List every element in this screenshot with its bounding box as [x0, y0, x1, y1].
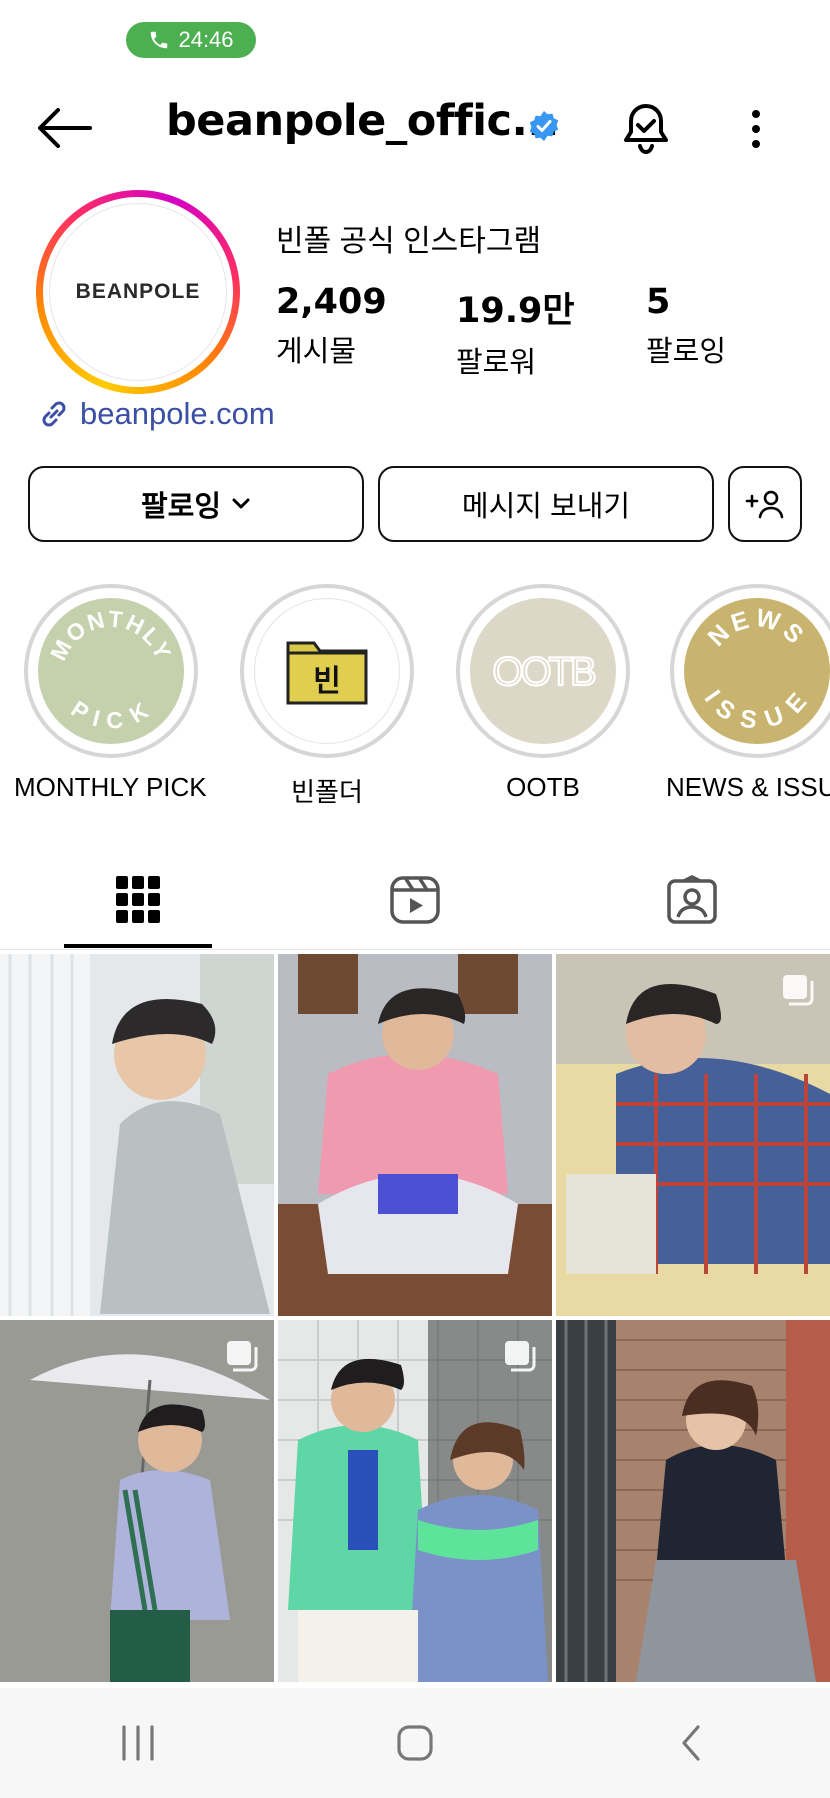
folder-icon: 빈 — [286, 641, 368, 705]
post-1[interactable] — [0, 954, 274, 1316]
followers-count: 19.9만 — [456, 291, 575, 331]
highlight-label: MONTHLY PICK — [14, 772, 207, 802]
active-tab-indicator — [64, 944, 212, 948]
verified-badge-icon — [529, 111, 559, 141]
monthly-pick-cover-art: MONTHLY PICK — [45, 606, 177, 734]
more-options-icon[interactable] — [736, 106, 776, 152]
post-image — [556, 1320, 830, 1682]
highlight-cover: NEWS ISSUE — [684, 598, 830, 744]
ootb-cover-text: OOTB — [492, 650, 595, 694]
add-person-icon — [745, 490, 784, 519]
chevron-down-icon — [232, 498, 250, 509]
phone-icon — [151, 31, 168, 49]
followers-label: 팔로워 — [456, 347, 537, 379]
profile-content-tabs — [0, 850, 830, 950]
highlight-ring: 빈 — [240, 584, 414, 758]
post-5[interactable] — [278, 1320, 552, 1682]
stat-posts[interactable]: 2,409 게시물 — [276, 282, 456, 381]
call-time: 24:46 — [178, 27, 234, 52]
following-button-label: 팔로잉 — [140, 491, 222, 523]
highlight-ring: OOTB — [456, 584, 630, 758]
folder-text: 빈 — [313, 664, 341, 699]
following-count: 5 — [646, 282, 671, 322]
highlight-cover-top-text: MONTHLY — [45, 606, 175, 665]
stat-following[interactable]: 5 팔로잉 — [646, 282, 726, 381]
highlight-label: NEWS & ISSU — [666, 772, 830, 802]
highlight-ootb[interactable]: OOTB OOTB — [456, 584, 630, 803]
chevron-left-icon — [682, 1725, 700, 1761]
post-image — [278, 954, 552, 1316]
recent-apps-button[interactable] — [78, 1708, 198, 1778]
post-6[interactable] — [556, 1320, 830, 1682]
profile-website-link[interactable]: beanpole.com — [36, 396, 275, 432]
highlight-cover: OOTB — [470, 598, 616, 744]
post-3[interactable] — [556, 954, 830, 1316]
profile-full-name: 빈폴 공식 인스타그램 — [276, 225, 542, 258]
suggested-people-button[interactable] — [728, 466, 802, 542]
tab-reels[interactable] — [277, 850, 553, 950]
notification-bell-icon[interactable] — [620, 100, 672, 156]
story-highlights: MONTHLY PICK MONTHLY PICK 빈 빈폴더 OOTB OOT… — [0, 584, 830, 804]
highlight-beanfolder[interactable]: 빈 빈폴더 — [240, 584, 414, 804]
svg-text:PICK: PICK — [67, 695, 155, 733]
post-4[interactable] — [0, 1320, 274, 1682]
svg-text:ISSUE: ISSUE — [699, 685, 815, 735]
highlight-cover: MONTHLY PICK — [38, 598, 184, 744]
posts-label: 게시물 — [276, 336, 357, 368]
system-navigation-bar — [0, 1688, 830, 1798]
following-label: 팔로잉 — [646, 336, 727, 368]
highlight-cover-bottom-text: PICK — [67, 695, 152, 733]
post-image — [556, 954, 830, 1316]
following-button[interactable]: 팔로잉 — [28, 466, 364, 542]
message-button-label: 메시지 보내기 — [461, 491, 631, 523]
reels-icon — [390, 876, 440, 924]
home-button[interactable] — [355, 1708, 475, 1778]
stat-followers[interactable]: 19.9만 팔로워 — [456, 282, 646, 381]
profile-header: beanpole_offic... — [0, 86, 830, 172]
link-icon — [42, 401, 66, 427]
highlight-news-issue[interactable]: NEWS ISSUE NEWS & ISSU — [666, 584, 830, 803]
posts-count: 2,409 — [276, 282, 387, 322]
website-text: beanpole.com — [80, 396, 275, 431]
post-grid — [0, 954, 830, 1684]
svg-text:MONTHLY: MONTHLY — [45, 606, 177, 665]
ootb-cover-art: OOTB — [491, 649, 599, 695]
post-image — [0, 1320, 274, 1682]
tagged-icon — [667, 875, 717, 924]
ongoing-call-pill[interactable]: 24:46 — [126, 22, 256, 58]
svg-text:NEWS: NEWS — [703, 604, 812, 652]
system-back-button[interactable] — [632, 1708, 752, 1778]
highlight-label: 빈폴더 — [291, 777, 363, 804]
grid-icon — [116, 876, 160, 923]
profile-username: beanpole_offic... — [166, 96, 560, 146]
highlight-cover-bottom-text: ISSUE — [699, 685, 812, 735]
back-arrow-icon[interactable] — [34, 106, 94, 150]
highlight-cover: 빈 — [254, 598, 400, 744]
highlight-cover-top-text: NEWS — [703, 604, 808, 652]
post-2[interactable] — [278, 954, 552, 1316]
profile-stats: 2,409 게시물 19.9만 팔로워 5 팔로잉 — [276, 282, 726, 381]
tab-tagged[interactable] — [554, 850, 830, 950]
avatar-logo: BEANPOLE — [49, 203, 227, 381]
recent-apps-icon — [122, 1725, 154, 1761]
message-button[interactable]: 메시지 보내기 — [378, 466, 714, 542]
highlight-ring: MONTHLY PICK — [24, 584, 198, 758]
multiple-photos-icon — [227, 1341, 258, 1372]
highlight-label: OOTB — [506, 772, 580, 802]
news-issue-cover-art: NEWS ISSUE — [699, 604, 815, 735]
tab-posts-grid[interactable] — [0, 850, 276, 950]
highlight-ring: NEWS ISSUE — [670, 584, 830, 758]
avatar-inner: BEANPOLE — [43, 197, 233, 387]
post-image — [0, 954, 274, 1316]
post-image — [278, 1320, 552, 1682]
profile-avatar[interactable]: BEANPOLE — [36, 190, 240, 394]
status-bar: 24:46 — [0, 0, 830, 74]
multiple-photos-icon — [505, 1341, 536, 1372]
home-icon — [397, 1725, 433, 1761]
multiple-photos-icon — [783, 975, 814, 1006]
highlight-monthly-pick[interactable]: MONTHLY PICK MONTHLY PICK — [14, 584, 207, 803]
